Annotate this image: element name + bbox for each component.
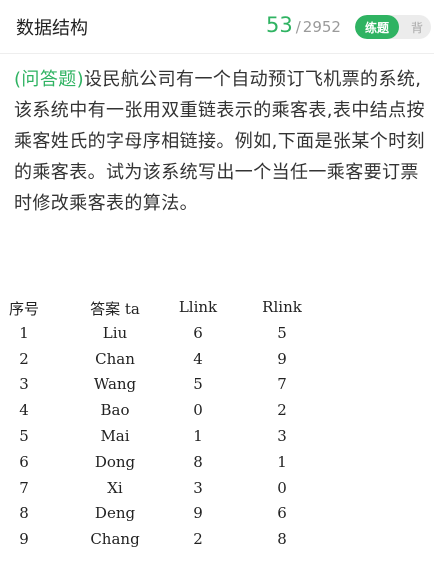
cell-llink: 1 <box>193 426 203 445</box>
cell-name: Deng <box>94 504 136 523</box>
cell-name: Xi <box>107 478 123 497</box>
cell-index: 5 <box>19 426 29 445</box>
memorize-mode-button[interactable]: 背 <box>403 15 431 39</box>
cell-index: 4 <box>19 401 29 420</box>
counter-separator: / <box>295 18 301 36</box>
cell-name: Dong <box>94 452 136 471</box>
table-row: 4 Bao 0 2 <box>0 401 434 427</box>
cell-rlink: 1 <box>277 452 287 471</box>
cell-rlink: 5 <box>277 323 287 342</box>
question-body: 设民航公司有一个自动预订飞机票的系统,该系统中有一张用双重链表示的乘客表,表中结… <box>14 69 425 214</box>
cell-name: Chan <box>95 349 135 368</box>
table-row: 6 Dong 8 1 <box>0 453 434 479</box>
table-header-row: 序号 答案 ta Llink Rlink <box>0 298 434 324</box>
cell-llink: 3 <box>193 478 203 497</box>
cell-rlink: 0 <box>277 478 287 497</box>
mode-toggle[interactable]: 练题 背 <box>355 15 431 39</box>
table-row: 3 Wang 5 7 <box>0 375 434 401</box>
cell-index: 7 <box>19 478 29 497</box>
cell-rlink: 2 <box>277 401 287 420</box>
column-header-index: 序号 <box>8 300 40 318</box>
cell-llink: 5 <box>193 375 203 394</box>
cell-name: Liu <box>102 323 128 342</box>
cell-index: 2 <box>19 349 29 368</box>
passenger-table: 序号 答案 ta Llink Rlink 1 Liu 6 5 2 Chan 4 9 3 Wang 5… <box>0 298 434 556</box>
top-bar: 数据结构 53 / 2952 练题 背 <box>0 0 434 54</box>
question-counter: 53 / 2952 <box>266 13 341 37</box>
table-row: 2 Chan 4 9 <box>0 350 434 376</box>
cell-rlink: 3 <box>277 426 287 445</box>
table-row: 5 Mai 1 3 <box>0 427 434 453</box>
table-row: 9 Chang 2 8 <box>0 530 434 556</box>
table-row: 8 Deng 9 6 <box>0 504 434 530</box>
column-header-name: 答案 ta <box>90 300 140 318</box>
cell-index: 1 <box>19 323 29 342</box>
question-text: (问答题)设民航公司有一个自动预订飞机票的系统,该系统中有一张用双重链表示的乘客… <box>14 64 430 219</box>
cell-rlink: 9 <box>277 349 287 368</box>
table-body: 1 Liu 6 5 2 Chan 4 9 3 Wang 5 7 4 Bao 0 2 5 Mai 1 3 6 Dong 8 1 7… <box>0 324 434 556</box>
cell-rlink: 6 <box>277 504 287 523</box>
current-question-number: 53 <box>266 13 293 37</box>
cell-index: 8 <box>19 504 29 523</box>
total-question-count: 2952 <box>302 18 341 36</box>
cell-llink: 0 <box>193 401 203 420</box>
cell-index: 3 <box>19 375 29 394</box>
column-header-rlink: Rlink <box>262 298 302 316</box>
cell-index: 6 <box>19 452 29 471</box>
cell-rlink: 8 <box>277 530 287 549</box>
column-header-llink: Llink <box>178 298 218 316</box>
question-type-tag: (问答题) <box>14 69 85 90</box>
cell-name: Bao <box>100 401 130 420</box>
page-title: 数据结构 <box>16 18 88 39</box>
cell-rlink: 7 <box>277 375 287 394</box>
cell-llink: 8 <box>193 452 203 471</box>
cell-llink: 6 <box>193 323 203 342</box>
cell-name: Wang <box>93 375 137 394</box>
cell-name: Mai <box>100 426 130 445</box>
cell-index: 9 <box>19 530 29 549</box>
cell-llink: 9 <box>193 504 203 523</box>
cell-llink: 2 <box>193 530 203 549</box>
table-row: 7 Xi 3 0 <box>0 479 434 505</box>
cell-name: Chang <box>90 530 140 549</box>
table-row: 1 Liu 6 5 <box>0 324 434 350</box>
practice-mode-button[interactable]: 练题 <box>355 15 399 39</box>
cell-llink: 4 <box>193 349 203 368</box>
